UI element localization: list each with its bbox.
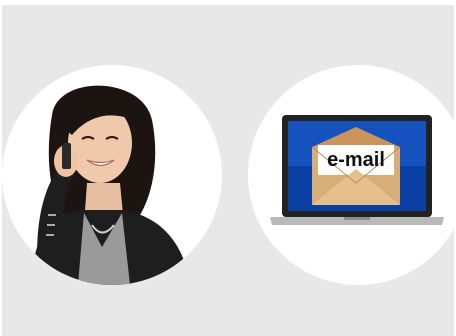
- person-on-phone-photo: [32, 85, 190, 285]
- person-photo-circle: [2, 65, 222, 285]
- envelope-label: e-mail: [327, 149, 385, 171]
- background-panel: e-mail: [2, 5, 456, 336]
- laptop-icon: e-mail: [270, 115, 444, 225]
- laptop-email-circle: e-mail: [248, 65, 456, 285]
